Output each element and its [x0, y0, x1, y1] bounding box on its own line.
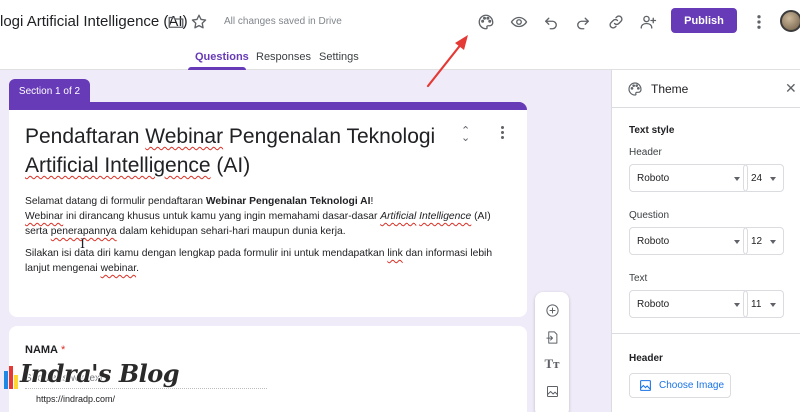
theme-panel-header: Theme ✕ [612, 70, 800, 108]
publish-button[interactable]: Publish [671, 8, 737, 33]
choose-image-button[interactable]: Choose Image [629, 373, 731, 398]
section-more-icon[interactable] [499, 126, 505, 141]
watermark: Indra's Blog https://indradp.com/ [2, 357, 180, 412]
document-title[interactable]: logi Artificial Intelligence (AI) [0, 13, 188, 30]
title-part: Pengenalan Teknologi [223, 125, 436, 148]
desc-text: ini dirancang khusus untuk kamu yang ing… [63, 211, 381, 222]
top-bar: logi Artificial Intelligence (AI) All ch… [0, 0, 800, 44]
undo-icon[interactable] [540, 11, 562, 33]
question-label: NAMA [25, 344, 58, 356]
desc-text: Webinar [25, 211, 64, 222]
collapse-section-icon[interactable]: ⌃ ⌄ [461, 126, 470, 144]
dropdown-arrow-icon [734, 240, 740, 244]
watermark-url: https://indradp.com/ [36, 394, 116, 404]
question-size-select[interactable]: 12 [743, 227, 784, 255]
tab-responses[interactable]: Responses [256, 51, 311, 63]
import-questions-icon[interactable] [543, 328, 561, 346]
header-font-select[interactable]: Roboto [629, 164, 748, 192]
title-part-misspelled: Artificial Intelligence [25, 154, 211, 177]
add-question-icon[interactable] [543, 301, 561, 319]
form-tabs: Questions Responses Settings [0, 44, 800, 70]
desc-text: Selamat datang di formulir pendaftaran [25, 196, 206, 207]
redo-icon[interactable] [572, 11, 594, 33]
tab-settings[interactable]: Settings [319, 51, 359, 63]
text-style-heading: Text style [629, 125, 675, 136]
form-header-card[interactable]: Pendaftaran Webinar Pengenalan Teknologi… [9, 102, 527, 317]
desc-italic-text: Intelligence [419, 211, 472, 222]
text-size-value: 11 [751, 299, 762, 310]
desc-bold-text: Webinar Pengenalan Teknologi AI [205, 196, 371, 207]
theme-panel: Theme ✕ Text style Header Roboto 24 Ques… [611, 70, 800, 412]
more-vert-icon[interactable] [748, 11, 770, 33]
question-font-value: Roboto [637, 236, 670, 247]
desc-text: penerapannya [50, 226, 117, 237]
title-part: Pendaftaran [25, 125, 146, 148]
text-cursor-icon: I [80, 237, 86, 252]
desc-text: . [136, 263, 139, 274]
title-part-misspelled: Webinar [145, 125, 224, 148]
save-status: All changes saved in Drive [224, 16, 342, 27]
description-paragraph: Silakan isi data diri kamu dengan lengka… [25, 246, 510, 276]
form-title[interactable]: Pendaftaran Webinar Pengenalan Teknologi… [25, 122, 465, 180]
link-icon[interactable] [605, 11, 627, 33]
desc-text: ! [370, 196, 374, 207]
add-title-icon[interactable]: Tт [543, 355, 561, 373]
text-font-select[interactable]: Roboto [629, 290, 748, 318]
text-size-select[interactable]: 11 [743, 290, 784, 318]
question-size-value: 12 [751, 236, 763, 247]
folder-icon[interactable] [165, 11, 187, 33]
header-size-value: 24 [751, 173, 763, 184]
palette-icon[interactable] [475, 11, 497, 33]
floating-toolbar: Tт [535, 292, 569, 412]
divider [612, 333, 800, 334]
dropdown-arrow-icon [734, 177, 740, 181]
title-part: (AI) [210, 154, 251, 177]
desc-text: link [387, 248, 403, 259]
choose-image-label: Choose Image [659, 380, 725, 391]
star-icon[interactable] [188, 11, 210, 33]
header-image-heading: Header [629, 353, 663, 364]
add-collaborator-icon[interactable] [637, 11, 659, 33]
form-description[interactable]: Selamat datang di formulir pendaftaran W… [25, 194, 510, 283]
preview-eye-icon[interactable] [508, 11, 530, 33]
palette-icon [628, 82, 642, 96]
description-paragraph: Selamat datang di formulir pendaftaran W… [25, 194, 510, 239]
add-image-icon[interactable] [543, 382, 561, 400]
theme-panel-title: Theme [651, 82, 689, 96]
dropdown-arrow-icon [770, 303, 776, 307]
desc-text: dalam kehidupan sehari-hari maupun dunia… [116, 226, 346, 237]
desc-italic-text: Artificial [380, 211, 417, 222]
header-font-value: Roboto [637, 173, 670, 184]
desc-text: webinar [100, 263, 137, 274]
avatar[interactable] [780, 10, 800, 32]
question-style-label: Question [629, 210, 670, 221]
dropdown-arrow-icon [734, 303, 740, 307]
text-style-label: Text [629, 273, 648, 284]
required-asterisk: * [61, 344, 66, 356]
text-font-value: Roboto [637, 299, 670, 310]
section-label: Section 1 of 2 [9, 79, 90, 104]
dropdown-arrow-icon [770, 240, 776, 244]
question-font-select[interactable]: Roboto [629, 227, 748, 255]
question-title[interactable]: NAMA * [25, 344, 65, 356]
watermark-text: Indra's Blog [20, 359, 180, 388]
header-size-select[interactable]: 24 [743, 164, 784, 192]
header-style-label: Header [629, 147, 662, 158]
dropdown-arrow-icon [770, 177, 776, 181]
image-icon [640, 380, 651, 391]
blog-logo-icon [4, 366, 18, 389]
close-icon[interactable]: ✕ [785, 80, 797, 97]
tab-questions[interactable]: Questions [195, 51, 249, 63]
